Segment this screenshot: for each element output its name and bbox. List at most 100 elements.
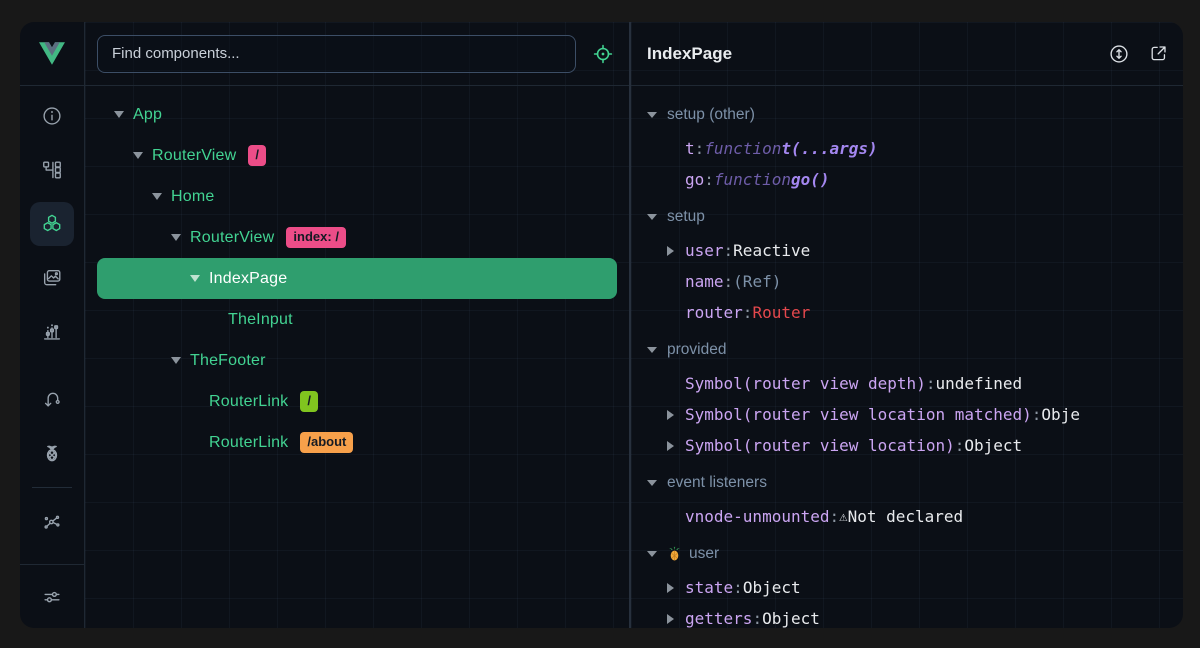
router-hook-icon xyxy=(41,388,63,410)
section-setup[interactable]: setup xyxy=(647,199,1183,235)
inspector-panel: IndexPage setup (other)t : function t(..… xyxy=(631,22,1183,628)
images-icon xyxy=(41,267,63,289)
open-in-editor-icon xyxy=(1148,43,1169,64)
components-toolbar xyxy=(85,22,629,86)
section-user[interactable]: user xyxy=(647,536,1183,572)
expand-arrow-icon[interactable] xyxy=(667,614,685,624)
sidebar-footer xyxy=(20,564,84,628)
components-panel: AppRouterView/HomeRouterViewindex: /Inde… xyxy=(85,22,629,628)
tree-row-app[interactable]: App xyxy=(97,94,617,135)
collapse-triangle-icon[interactable] xyxy=(647,480,657,486)
sidebar-nav xyxy=(20,86,84,554)
inspector-header: IndexPage xyxy=(631,22,1183,86)
prop-value-plain: undefined xyxy=(935,374,1022,393)
nav-settings[interactable] xyxy=(30,575,74,619)
tree-row-thefooter[interactable]: TheFooter xyxy=(97,340,617,381)
right-triangle xyxy=(667,410,674,420)
settings-sliders-icon xyxy=(41,586,63,608)
section-label: user xyxy=(689,545,719,563)
open-in-editor-button[interactable] xyxy=(1148,43,1169,64)
nav-timeline[interactable] xyxy=(30,310,74,354)
prop-value-fn-sig: t(...args) xyxy=(781,139,877,158)
expand-triangle-icon[interactable] xyxy=(114,111,124,118)
tree-row-routerlink[interactable]: RouterLink/about xyxy=(97,422,617,463)
prop-value-plain: Obje xyxy=(1041,405,1080,424)
tree-row-indexpage[interactable]: IndexPage xyxy=(97,258,617,299)
prop-key: getters xyxy=(685,609,752,628)
nav-graph[interactable] xyxy=(30,500,74,544)
expand-arrow-icon[interactable] xyxy=(667,246,685,256)
nav-assets[interactable] xyxy=(30,256,74,300)
collapse-triangle-icon[interactable] xyxy=(647,112,657,118)
tree-row-routerlink[interactable]: RouterLink/ xyxy=(97,381,617,422)
nav-components[interactable] xyxy=(30,202,74,246)
nav-info[interactable] xyxy=(30,94,74,138)
expand-triangle-icon[interactable] xyxy=(133,152,143,159)
prop-colon: : xyxy=(733,578,743,597)
component-name: TheFooter xyxy=(190,352,266,370)
prop-value-plain: Object xyxy=(762,609,820,628)
prop-key: Symbol(router view location matched) xyxy=(685,405,1032,424)
prop-value-red: Router xyxy=(752,303,810,322)
expand-triangle-icon[interactable] xyxy=(171,357,181,364)
prop-row-state[interactable]: state : Object xyxy=(647,572,1183,603)
search-input[interactable] xyxy=(97,35,576,73)
prop-row-symbol-router-view-location-[interactable]: Symbol(router view location) : Object xyxy=(647,430,1183,461)
prop-row-getters[interactable]: getters : Object xyxy=(647,603,1183,628)
select-component-button[interactable] xyxy=(592,43,614,65)
component-name: RouterView xyxy=(190,229,274,247)
section-provided[interactable]: provided xyxy=(647,332,1183,368)
prop-value-plain: Reactive xyxy=(733,241,810,260)
prop-row-router[interactable]: router : Router xyxy=(647,297,1183,328)
prop-value-plain: Not declared xyxy=(848,507,964,526)
mixer-sliders-icon xyxy=(41,321,63,343)
sidebar-spacer xyxy=(20,554,84,564)
prop-value-fn-sig: go() xyxy=(791,170,830,189)
prop-row-user[interactable]: user : Reactive xyxy=(647,235,1183,266)
prop-row-symbol-router-view-depth-[interactable]: Symbol(router view depth) : undefined xyxy=(647,368,1183,399)
expand-triangle-icon[interactable] xyxy=(171,234,181,241)
inspector-body: setup (other)t : function t(...args)go :… xyxy=(631,86,1183,628)
nav-hierarchy[interactable] xyxy=(30,148,74,192)
pinia-pineapple-wrap xyxy=(667,546,682,562)
collapse-triangle-icon[interactable] xyxy=(647,214,657,220)
prop-colon: : xyxy=(830,507,840,526)
prop-colon: : xyxy=(704,170,714,189)
vue-logo[interactable] xyxy=(20,22,84,86)
tree-row-home[interactable]: Home xyxy=(97,176,617,217)
expand-triangle-icon[interactable] xyxy=(152,193,162,200)
section-setup-other-[interactable]: setup (other) xyxy=(647,97,1183,133)
expand-collapse-all-button[interactable] xyxy=(1108,43,1130,65)
prop-colon: : xyxy=(1032,405,1042,424)
prop-colon: : xyxy=(926,374,936,393)
prop-colon: : xyxy=(752,609,762,628)
prop-row-vnode-unmounted[interactable]: vnode-unmounted : ⚠ Not declared xyxy=(647,501,1183,532)
section-label: provided xyxy=(667,341,726,359)
prop-key: go xyxy=(685,170,704,189)
prop-row-name[interactable]: name : (Ref) xyxy=(647,266,1183,297)
prop-key: state xyxy=(685,578,733,597)
prop-value-plain: Object xyxy=(964,436,1022,455)
prop-row-go[interactable]: go : function go() xyxy=(647,164,1183,195)
prop-key: t xyxy=(685,139,695,158)
tree-row-theinput[interactable]: TheInput xyxy=(97,299,617,340)
expand-arrow-icon[interactable] xyxy=(667,441,685,451)
expand-arrow-icon[interactable] xyxy=(667,410,685,420)
prop-value-warn: ⚠ xyxy=(839,509,847,525)
prop-value-muted: (Ref) xyxy=(733,272,781,291)
collapse-triangle-icon[interactable] xyxy=(647,551,657,557)
expand-arrow-icon[interactable] xyxy=(667,583,685,593)
prop-row-symbol-router-view-location-matched-[interactable]: Symbol(router view location matched) : O… xyxy=(647,399,1183,430)
collapse-triangle-icon[interactable] xyxy=(647,347,657,353)
devtools-window: AppRouterView/HomeRouterViewindex: /Inde… xyxy=(20,22,1183,628)
expand-triangle-icon[interactable] xyxy=(190,275,200,282)
tree-row-routerview[interactable]: RouterView/ xyxy=(97,135,617,176)
component-tree: AppRouterView/HomeRouterViewindex: /Inde… xyxy=(85,86,629,628)
info-icon xyxy=(41,105,63,127)
section-event-listeners[interactable]: event listeners xyxy=(647,465,1183,501)
tree-row-routerview[interactable]: RouterViewindex: / xyxy=(97,217,617,258)
nav-router[interactable] xyxy=(30,377,74,421)
section-label: setup xyxy=(667,208,705,226)
nav-pinia[interactable] xyxy=(30,431,74,475)
prop-row-t[interactable]: t : function t(...args) xyxy=(647,133,1183,164)
